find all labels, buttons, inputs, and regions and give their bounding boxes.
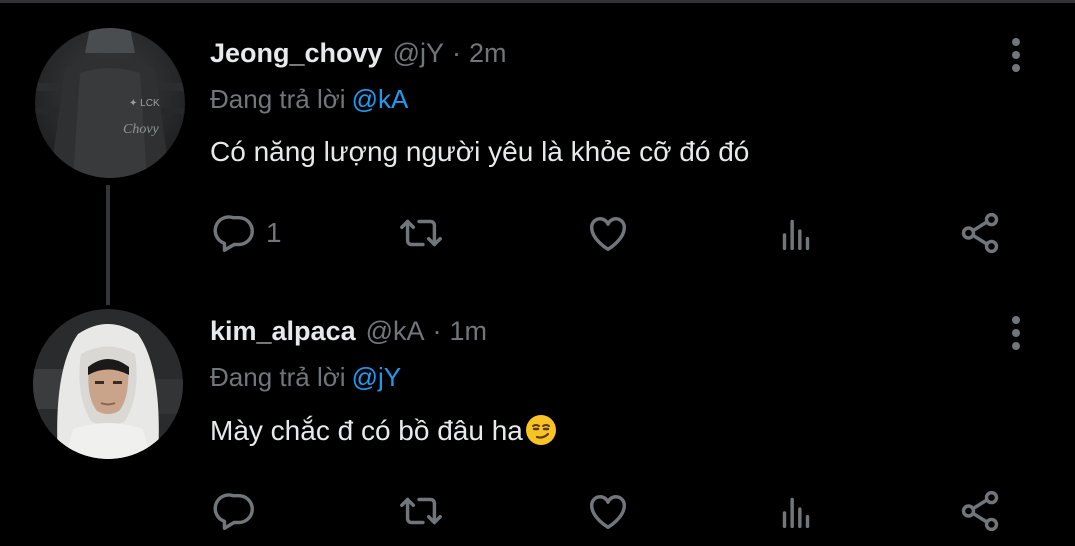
retweet-icon (400, 219, 442, 247)
like-icon (589, 495, 627, 530)
more-options-button[interactable] (1002, 314, 1030, 354)
display-name[interactable]: kim_alpaca (210, 316, 356, 347)
handle[interactable]: @jY (393, 38, 444, 69)
reply-mention-link[interactable]: @kA (352, 84, 409, 114)
top-divider (0, 0, 1075, 3)
replying-to: Đang trả lời @jY (210, 362, 401, 393)
timestamp[interactable]: 2m (469, 38, 507, 69)
avatar[interactable] (33, 309, 183, 459)
separator-dot: · (451, 38, 461, 68)
tweet-actions (0, 483, 1075, 539)
reply-mention-link[interactable]: @jY (352, 362, 402, 392)
reply-button[interactable] (212, 483, 266, 539)
retweet-button[interactable] (398, 483, 444, 539)
more-vertical-icon (1012, 38, 1020, 72)
timestamp[interactable]: 1m (450, 316, 488, 347)
views-icon (782, 497, 810, 529)
tweet-header: Jeong_chovy @jY · 2m (210, 38, 507, 72)
tweet-text: Mày chắc đ có bồ đâu ha (210, 415, 523, 446)
tweet-text: Có năng lượng người yêu là khỏe cỡ đó đó (210, 136, 750, 167)
svg-text:✦ LCK: ✦ LCK (129, 98, 160, 109)
more-options-button[interactable] (1002, 36, 1030, 76)
replying-to: Đang trả lời @kA (210, 84, 408, 115)
views-icon (782, 219, 810, 251)
tweet-text-container: Mày chắc đ có bồ đâu ha (210, 414, 557, 447)
share-icon (961, 212, 999, 254)
avatar[interactable]: ✦ LCK Chovy (35, 28, 185, 178)
handle[interactable]: @kA (366, 316, 425, 347)
retweet-button[interactable] (398, 205, 444, 261)
views-button[interactable] (773, 205, 819, 261)
replying-to-label: Đang trả lời (210, 84, 346, 114)
share-button[interactable] (957, 205, 1003, 261)
tweet-header: kim_alpaca @kA · 1m (210, 316, 487, 350)
like-icon (589, 217, 627, 252)
separator-dot: · (432, 316, 442, 346)
reply-icon (213, 493, 254, 530)
replying-to-label: Đang trả lời (210, 362, 346, 392)
like-button[interactable] (585, 205, 631, 261)
tweet-actions: 1 (0, 205, 1075, 261)
like-button[interactable] (585, 483, 631, 539)
display-name[interactable]: Jeong_chovy (210, 38, 383, 69)
retweet-icon (400, 497, 442, 525)
reply-icon (213, 215, 254, 252)
reply-button[interactable]: 1 (212, 205, 282, 261)
more-vertical-icon (1012, 316, 1020, 350)
share-button[interactable] (957, 483, 1003, 539)
reply-count: 1 (266, 217, 282, 248)
smirking-face-emoji (525, 415, 556, 445)
share-icon (961, 490, 999, 532)
views-button[interactable] (773, 483, 819, 539)
jersey-text: Chovy (123, 122, 160, 137)
